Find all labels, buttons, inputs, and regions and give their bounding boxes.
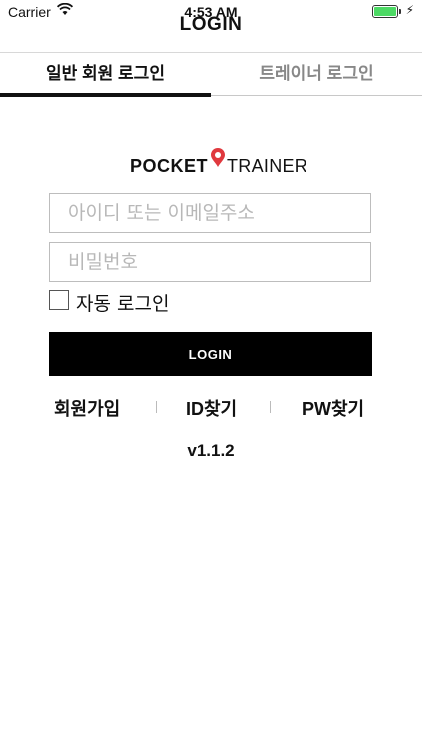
link-divider: [270, 401, 271, 413]
signup-link[interactable]: 회원가입: [54, 395, 120, 421]
auto-login-checkbox[interactable]: [49, 290, 69, 310]
auto-login-label: 자동 로그인: [76, 293, 170, 315]
map-pin-icon: [211, 148, 225, 167]
page-title: LOGIN: [179, 14, 243, 35]
pocket-trainer-logo: POCKET TRAINER: [0, 145, 422, 185]
login-button[interactable]: LOGIN: [49, 332, 372, 376]
password-field-box: [49, 242, 371, 282]
tab-trainer-login[interactable]: 트레이너 로그인: [211, 53, 422, 95]
password-input[interactable]: [50, 243, 370, 281]
login-type-tabs: 일반 회원 로그인 트레이너 로그인: [0, 52, 422, 97]
link-divider: [156, 401, 157, 413]
tab-active-indicator: [0, 93, 211, 97]
account-links: 회원가입 ID찾기 PW찾기: [0, 395, 422, 421]
app-version: v1.1.2: [187, 441, 235, 460]
id-input[interactable]: [50, 194, 370, 232]
id-field-box: [49, 193, 371, 233]
logo-word-left: POCKET: [130, 156, 208, 176]
logo-word-right: TRAINER: [227, 156, 306, 176]
find-password-link[interactable]: PW찾기: [302, 395, 364, 421]
find-id-link[interactable]: ID찾기: [186, 395, 237, 421]
tab-member-login[interactable]: 일반 회원 로그인: [0, 53, 211, 95]
